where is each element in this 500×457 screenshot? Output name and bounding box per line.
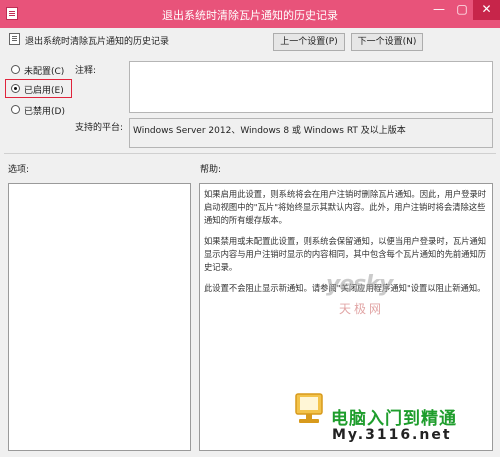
yesky-watermark: yesky bbox=[326, 272, 393, 297]
pcedu-watermark: 电脑入门到精通 bbox=[331, 409, 457, 429]
policy-name: 退出系统时清除瓦片通知的历史记录 bbox=[25, 37, 170, 47]
platform-label: 支持的平台: bbox=[75, 123, 124, 133]
url-watermark: My.3116.net bbox=[332, 427, 452, 443]
radio-not-configured-label: 未配置(C) bbox=[24, 67, 65, 77]
help-label: 帮助: bbox=[200, 165, 222, 175]
previous-setting-button[interactable]: 上一个设置(P) bbox=[273, 33, 345, 51]
help-paragraph-1: 如果启用此设置，则系统将会在用户注销时删除瓦片通知。因此，用户登录时启动视图中的… bbox=[204, 189, 487, 225]
window-title: 退出系统时清除瓦片通知的历史记录 bbox=[162, 9, 338, 22]
help-paragraph-2: 如果禁用或未配置此设置，则系统会保留通知，以便当用户登录时，瓦片通知显示内容与用… bbox=[204, 236, 487, 272]
minimize-button[interactable]: — bbox=[428, 0, 450, 20]
comment-label: 注释: bbox=[75, 66, 97, 76]
platform-value: Windows Server 2012、Windows 8 或 Windows … bbox=[133, 126, 406, 136]
tianji-watermark: 天极网 bbox=[339, 302, 385, 316]
next-setting-button[interactable]: 下一个设置(N) bbox=[351, 33, 423, 51]
close-button[interactable]: ✕ bbox=[473, 0, 500, 20]
platform-field[interactable]: Windows Server 2012、Windows 8 或 Windows … bbox=[129, 118, 493, 148]
radio-enabled-label: 已启用(E) bbox=[24, 86, 64, 96]
radio-disabled-control[interactable] bbox=[11, 105, 20, 114]
options-pane bbox=[8, 183, 191, 451]
title-bar: 退出系统时清除瓦片通知的历史记录 — ▢ ✕ bbox=[0, 0, 500, 28]
computer-logo-icon bbox=[295, 393, 323, 423]
maximize-button[interactable]: ▢ bbox=[451, 0, 473, 20]
policy-setting-icon bbox=[9, 33, 20, 45]
radio-enabled-control[interactable] bbox=[11, 84, 20, 93]
radio-not-configured-control[interactable] bbox=[11, 65, 20, 74]
comment-field[interactable] bbox=[129, 61, 493, 113]
radio-disabled-label: 已禁用(D) bbox=[24, 107, 65, 117]
options-label: 选项: bbox=[8, 165, 30, 175]
section-divider bbox=[4, 153, 496, 154]
